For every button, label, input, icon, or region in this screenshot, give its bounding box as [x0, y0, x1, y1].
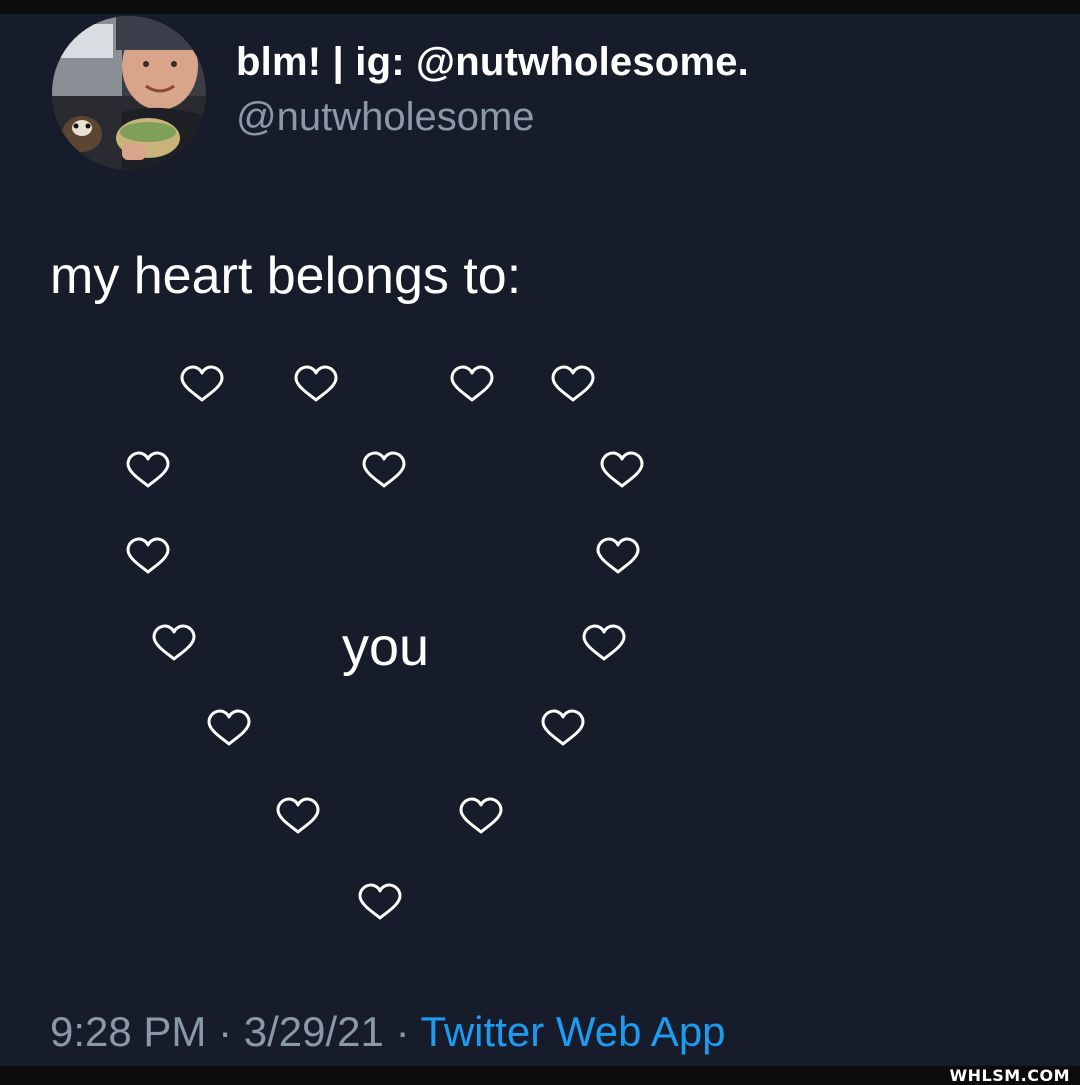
white-heart-icon	[582, 624, 626, 661]
tweet-metadata: 9:28 PM · 3/29/21 · Twitter Web App	[50, 1008, 726, 1056]
white-heart-icon	[596, 537, 640, 574]
heart-center-word: you	[342, 617, 430, 677]
white-heart-icon	[207, 709, 251, 746]
white-heart-icon	[126, 537, 170, 574]
tweet-source-link[interactable]: Twitter Web App	[421, 1008, 726, 1055]
watermark: WHLSM.COM	[949, 1066, 1070, 1085]
username-handle[interactable]: @nutwholesome	[236, 95, 535, 140]
avatar[interactable]	[52, 16, 206, 170]
white-heart-icon	[541, 709, 585, 746]
white-heart-icon	[450, 365, 494, 402]
heart-shape-of-heart-icons	[126, 365, 644, 920]
tweet-date[interactable]: 3/29/21	[244, 1008, 384, 1055]
tweet-screenshot: blm! | ig: @nutwholesome. @nutwholesome …	[0, 0, 1080, 1085]
white-heart-icon	[362, 451, 406, 488]
white-heart-icon	[152, 624, 196, 661]
white-heart-icon	[600, 451, 644, 488]
white-heart-icon	[180, 365, 224, 402]
separator-dot: ·	[218, 1008, 233, 1055]
white-heart-icon	[294, 365, 338, 402]
tweet-text: my heart belongs to:	[50, 247, 522, 305]
white-heart-icon	[126, 451, 170, 488]
white-heart-icon	[276, 797, 320, 834]
white-heart-icon	[358, 883, 402, 920]
display-name[interactable]: blm! | ig: @nutwholesome.	[236, 40, 749, 85]
tweet-time[interactable]: 9:28 PM	[50, 1008, 206, 1055]
white-heart-icon	[551, 365, 595, 402]
bottom-border	[0, 1066, 1080, 1085]
separator-dot: ·	[395, 1008, 410, 1055]
white-heart-icon	[459, 797, 503, 834]
top-border	[0, 0, 1080, 14]
avatar-photo	[52, 16, 206, 170]
